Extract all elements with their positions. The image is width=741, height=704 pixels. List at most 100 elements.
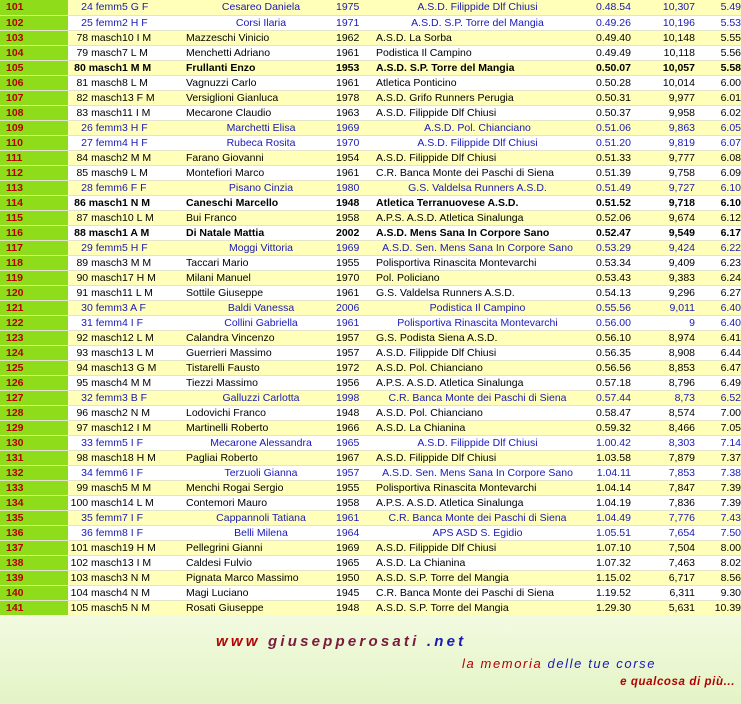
- gender-position: 100 masch: [68, 495, 122, 511]
- team-name: APS ASD S. Egidio: [376, 525, 579, 541]
- finish-time: 0.50.28: [579, 75, 631, 91]
- score: 8,466: [631, 420, 695, 436]
- team-name: Polisportiva Rinascita Montevarchi: [376, 255, 579, 271]
- row-number: 114: [0, 195, 68, 211]
- score: 8,908: [631, 345, 695, 361]
- row-number: 136: [0, 525, 68, 541]
- gender-position: 104 masch: [68, 585, 122, 601]
- category: 1 A M: [122, 225, 186, 241]
- birth-year: 1969: [336, 240, 376, 256]
- table-row: 139 103 masch 3 N M Pignata Marco Massimo 19…: [0, 570, 741, 586]
- table-row: 128 96 masch 2 N M Lodovichi Franco 1948 A.S.…: [0, 405, 741, 421]
- birth-year: 1967: [336, 450, 376, 466]
- category: 2 N M: [122, 405, 186, 421]
- row-number: 121: [0, 300, 68, 316]
- category: 7 I F: [122, 510, 186, 526]
- results-body: 101 24 femm 5 G F Cesareo Daniela 1975 A.S.D.…: [0, 0, 741, 616]
- row-number: 132: [0, 465, 68, 481]
- pace: 5.58: [695, 60, 741, 76]
- pace: 6.10: [695, 195, 741, 211]
- team-name: A.S.D. Filippide Dlf Chiusi: [376, 135, 579, 151]
- category: 4 H F: [122, 135, 186, 151]
- row-number: 131: [0, 450, 68, 466]
- birth-year: 2006: [336, 300, 376, 316]
- category: 1 M M: [122, 60, 186, 76]
- team-name: C.R. Banca Monte dei Paschi di Siena: [376, 510, 579, 526]
- birth-year: 1948: [336, 405, 376, 421]
- pace: 6.40: [695, 300, 741, 316]
- team-name: C.R. Banca Monte dei Paschi di Siena: [376, 585, 579, 601]
- table-row: 110 27 femm 4 H F Rubeca Rosita 1970 A.S.D. F…: [0, 135, 741, 151]
- team-name: A.S.D. Pol. Chianciano: [376, 120, 579, 136]
- table-row: 138 102 masch 13 I M Caldesi Fulvio 1965 A.S.…: [0, 555, 741, 571]
- score: 8,303: [631, 435, 695, 451]
- finish-time: 1.15.02: [579, 570, 631, 586]
- table-row: 121 30 femm 3 A F Baldi Vanessa 2006 Podistic…: [0, 300, 741, 316]
- category: 4 M M: [122, 375, 186, 391]
- pace: 7.05: [695, 420, 741, 436]
- birth-year: 1963: [336, 105, 376, 121]
- athlete-name: Cesareo Daniela: [186, 0, 336, 16]
- gender-position: 97 masch: [68, 420, 122, 436]
- gender-position: 84 masch: [68, 150, 122, 166]
- team-name: Pol. Policiano: [376, 270, 579, 286]
- gender-position: 91 masch: [68, 285, 122, 301]
- category: 7 L M: [122, 45, 186, 61]
- pace: 6.49: [695, 375, 741, 391]
- row-number: 105: [0, 60, 68, 76]
- row-number: 135: [0, 510, 68, 526]
- category: 6 F F: [122, 180, 186, 196]
- score: 10,307: [631, 0, 695, 16]
- athlete-name: Tistarelli Fausto: [186, 360, 336, 376]
- category: 8 I F: [122, 525, 186, 541]
- team-name: A.S.D. S.P. Torre del Mangia: [376, 570, 579, 586]
- table-row: 112 85 masch 9 L M Montefiori Marco 1961 C.R.…: [0, 165, 741, 181]
- pace: 5.55: [695, 30, 741, 46]
- team-name: G.S. Podista Siena A.S.D.: [376, 330, 579, 346]
- score: 10,118: [631, 45, 695, 61]
- gender-position: 31 femm: [68, 315, 122, 331]
- birth-year: 1998: [336, 390, 376, 406]
- finish-time: 0.51.52: [579, 195, 631, 211]
- category: 13 G M: [122, 360, 186, 376]
- category: 17 H M: [122, 270, 186, 286]
- table-row: 140 104 masch 4 N M Magi Luciano 1945 C.R. Ba…: [0, 585, 741, 601]
- finish-time: 0.51.33: [579, 150, 631, 166]
- category: 3 H F: [122, 120, 186, 136]
- birth-year: 2002: [336, 225, 376, 241]
- row-number: 141: [0, 600, 68, 616]
- row-number: 127: [0, 390, 68, 406]
- birth-year: 1971: [336, 15, 376, 31]
- birth-year: 1969: [336, 540, 376, 556]
- birth-year: 1964: [336, 525, 376, 541]
- gender-position: 92 masch: [68, 330, 122, 346]
- birth-year: 1955: [336, 480, 376, 496]
- team-name: A.S.D. La Chianina: [376, 555, 579, 571]
- gender-position: 86 masch: [68, 195, 122, 211]
- team-name: A.S.D. La Chianina: [376, 420, 579, 436]
- athlete-name: Sottile Giuseppe: [186, 285, 336, 301]
- gender-position: 103 masch: [68, 570, 122, 586]
- score: 9,863: [631, 120, 695, 136]
- birth-year: 1957: [336, 345, 376, 361]
- finish-time: 0.51.49: [579, 180, 631, 196]
- birth-year: 1954: [336, 150, 376, 166]
- birth-year: 1950: [336, 570, 376, 586]
- birth-year: 1970: [336, 135, 376, 151]
- score: 9,409: [631, 255, 695, 271]
- score: 10,148: [631, 30, 695, 46]
- site-url[interactable]: www giusepperosati .net: [216, 633, 466, 650]
- score: 7,504: [631, 540, 695, 556]
- athlete-name: Rubeca Rosita: [186, 135, 336, 151]
- table-row: 101 24 femm 5 G F Cesareo Daniela 1975 A.S.D.…: [0, 0, 741, 16]
- finish-time: 1.00.42: [579, 435, 631, 451]
- birth-year: 1961: [336, 315, 376, 331]
- athlete-name: Rosati Giuseppe: [186, 600, 336, 616]
- finish-time: 1.07.32: [579, 555, 631, 571]
- row-number: 115: [0, 210, 68, 226]
- team-name: Polisportiva Rinascita Montevarchi: [376, 480, 579, 496]
- gender-position: 96 masch: [68, 405, 122, 421]
- category: 3 M M: [122, 255, 186, 271]
- pace: 6.27: [695, 285, 741, 301]
- category: 5 M M: [122, 480, 186, 496]
